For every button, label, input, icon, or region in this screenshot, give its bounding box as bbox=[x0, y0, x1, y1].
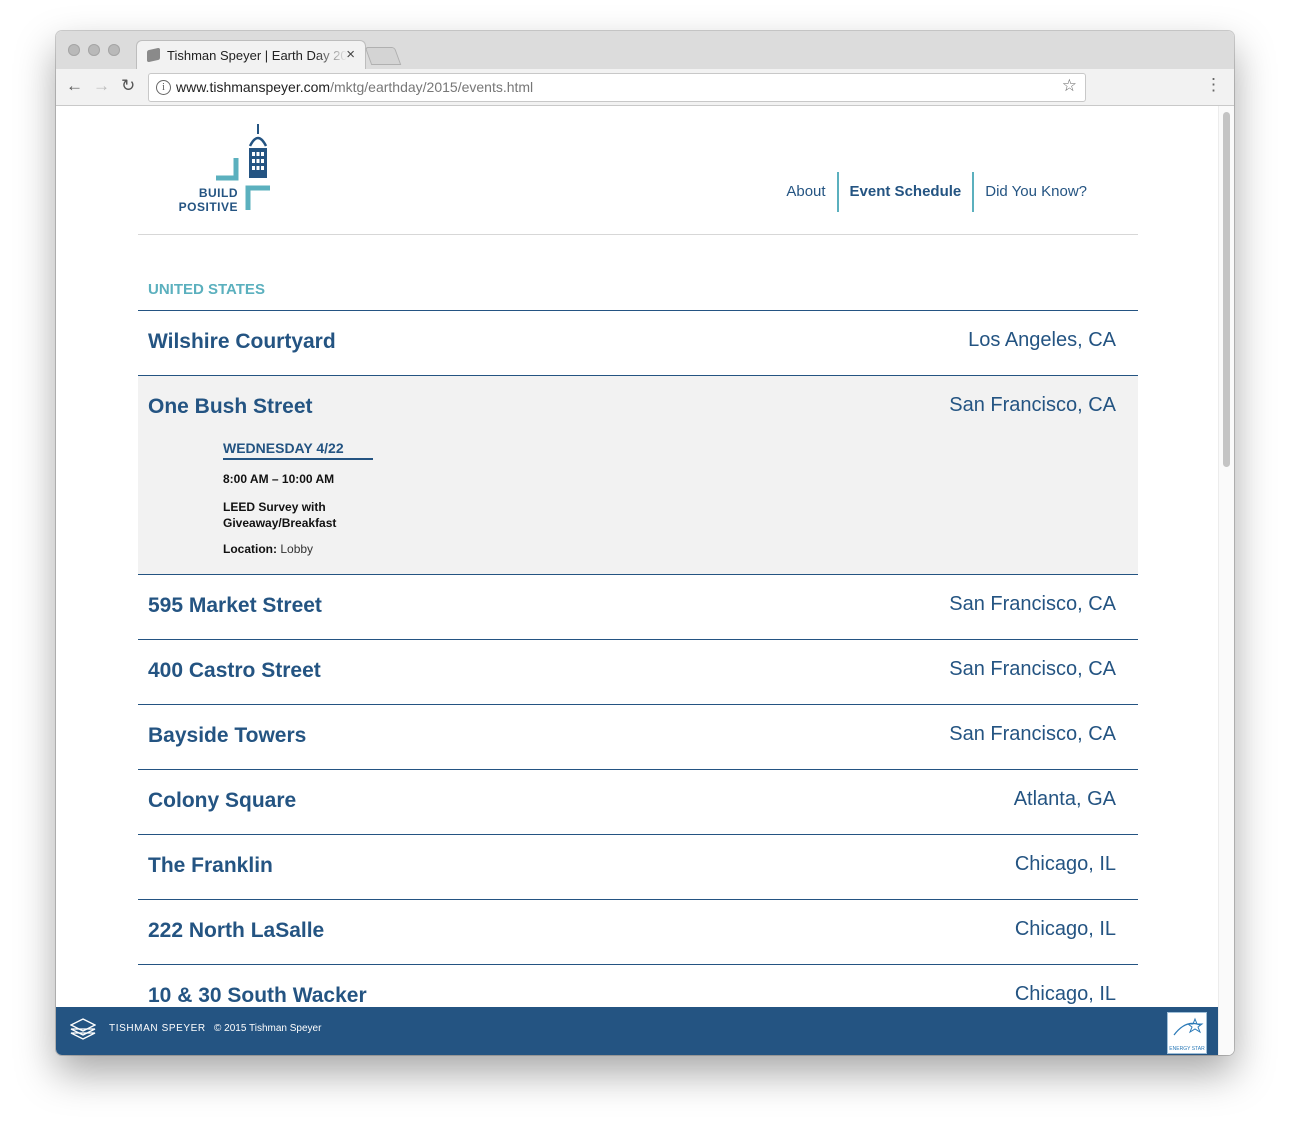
tishman-speyer-logo-icon[interactable] bbox=[70, 1018, 96, 1042]
build-positive-logo[interactable]: BUILD POSITIVE bbox=[176, 124, 276, 219]
top-navigation: About Event Schedule Did You Know? bbox=[775, 172, 1098, 212]
event-building-name[interactable]: Bayside Towers bbox=[148, 724, 306, 748]
event-city: Los Angeles, CA bbox=[968, 329, 1116, 351]
page-viewport: BUILD POSITIVE About Event Schedule Did … bbox=[56, 106, 1234, 1055]
event-row[interactable]: 595 Market Street San Francisco, CA bbox=[138, 574, 1138, 639]
event-city: San Francisco, CA bbox=[949, 658, 1116, 680]
logo-line-build: BUILD bbox=[198, 186, 238, 200]
event-row-expanded[interactable]: One Bush Street San Francisco, CA WEDNES… bbox=[138, 375, 1138, 574]
url-host: www.tishmanspeyer.com bbox=[176, 79, 331, 95]
event-description: LEED Survey with Giveaway/Breakfast bbox=[223, 500, 337, 530]
browser-window: Tishman Speyer | Earth Day 2015 × ← → ↻ … bbox=[56, 31, 1234, 1055]
page-scrollbar[interactable] bbox=[1218, 106, 1234, 1055]
event-city: Chicago, IL bbox=[1014, 853, 1116, 875]
region-heading: UNITED STATES bbox=[148, 281, 265, 298]
energy-star-label: ENERGY STAR bbox=[1169, 1046, 1205, 1052]
event-city: Chicago, IL bbox=[1014, 983, 1116, 1005]
event-building-name[interactable]: 222 North LaSalle bbox=[148, 919, 324, 943]
header-divider bbox=[138, 234, 1138, 235]
browser-menu-icon[interactable]: ⋮ bbox=[1205, 75, 1222, 95]
event-building-name[interactable]: 595 Market Street bbox=[148, 594, 322, 618]
event-row[interactable]: Colony Square Atlanta, GA bbox=[138, 769, 1138, 834]
event-building-name[interactable]: Colony Square bbox=[148, 789, 296, 813]
nav-about[interactable]: About bbox=[775, 172, 836, 212]
tab-strip: Tishman Speyer | Earth Day 2015 × bbox=[56, 31, 1234, 71]
energy-star-icon bbox=[1173, 1017, 1204, 1036]
minimize-window-button[interactable] bbox=[88, 44, 100, 56]
event-city: Chicago, IL bbox=[1014, 918, 1116, 940]
back-arrow-icon[interactable]: ← bbox=[66, 76, 83, 96]
event-list: Wilshire Courtyard Los Angeles, CA One B… bbox=[138, 310, 1138, 1029]
new-tab-button[interactable] bbox=[364, 47, 402, 65]
reload-icon[interactable]: ↻ bbox=[121, 76, 135, 96]
nav-did-you-know[interactable]: Did You Know? bbox=[974, 172, 1098, 212]
url-text[interactable]: www.tishmanspeyer.com/mktg/earthday/2015… bbox=[176, 79, 533, 95]
forward-arrow-icon[interactable]: → bbox=[93, 76, 110, 96]
event-location: Location: Lobby bbox=[223, 542, 373, 556]
logo-text: BUILD POSITIVE bbox=[176, 186, 238, 214]
bookmark-star-icon[interactable]: ☆ bbox=[1062, 76, 1077, 96]
tab-close-icon[interactable]: × bbox=[346, 46, 355, 63]
event-building-name[interactable]: 400 Castro Street bbox=[148, 659, 321, 683]
browser-toolbar: ← → ↻ i www.tishmanspeyer.com/mktg/earth… bbox=[56, 69, 1234, 106]
footer-brand: TISHMAN SPEYER bbox=[109, 1023, 206, 1034]
event-row[interactable]: The Franklin Chicago, IL bbox=[138, 834, 1138, 899]
tab-favicon-icon bbox=[147, 47, 160, 63]
nav-event-schedule[interactable]: Event Schedule bbox=[839, 172, 973, 212]
event-row[interactable]: Wilshire Courtyard Los Angeles, CA bbox=[138, 310, 1138, 375]
event-location-label: Location: bbox=[223, 542, 277, 556]
site-info-icon[interactable]: i bbox=[156, 80, 171, 95]
address-bar[interactable]: i www.tishmanspeyer.com/mktg/earthday/20… bbox=[148, 73, 1086, 102]
browser-tab[interactable]: Tishman Speyer | Earth Day 2015 × bbox=[136, 40, 366, 71]
url-path: /mktg/earthday/2015/events.html bbox=[330, 79, 534, 95]
site-footer: TISHMAN SPEYER © 2015 Tishman Speyer ENE… bbox=[56, 1007, 1219, 1055]
event-city: San Francisco, CA bbox=[949, 593, 1116, 615]
event-city: Atlanta, GA bbox=[1013, 788, 1116, 810]
event-row[interactable]: 400 Castro Street San Francisco, CA bbox=[138, 639, 1138, 704]
event-building-name[interactable]: Wilshire Courtyard bbox=[148, 330, 336, 354]
tab-title: Tishman Speyer | Earth Day 2015 bbox=[167, 48, 347, 63]
event-building-name[interactable]: One Bush Street bbox=[148, 395, 313, 419]
event-time: 8:00 AM – 10:00 AM bbox=[223, 472, 335, 486]
footer-copyright: © 2015 Tishman Speyer bbox=[214, 1023, 322, 1034]
logo-line-positive: POSITIVE bbox=[178, 200, 238, 214]
energy-star-badge[interactable]: ENERGY STAR bbox=[1167, 1012, 1207, 1054]
event-building-name[interactable]: 10 & 30 South Wacker bbox=[148, 984, 367, 1008]
event-row[interactable]: 222 North LaSalle Chicago, IL bbox=[138, 899, 1138, 964]
scrollbar-thumb[interactable] bbox=[1223, 112, 1230, 467]
event-city: San Francisco, CA bbox=[949, 723, 1116, 745]
close-window-button[interactable] bbox=[68, 44, 80, 56]
event-city: San Francisco, CA bbox=[949, 394, 1116, 416]
event-location-value: Lobby bbox=[280, 542, 314, 556]
event-row[interactable]: Bayside Towers San Francisco, CA bbox=[138, 704, 1138, 769]
event-detail: WEDNESDAY 4/22 8:00 AM – 10:00 AM LEED S… bbox=[223, 440, 373, 556]
event-building-name[interactable]: The Franklin bbox=[148, 854, 273, 878]
zoom-window-button[interactable] bbox=[108, 44, 120, 56]
event-day: WEDNESDAY 4/22 bbox=[223, 440, 373, 460]
